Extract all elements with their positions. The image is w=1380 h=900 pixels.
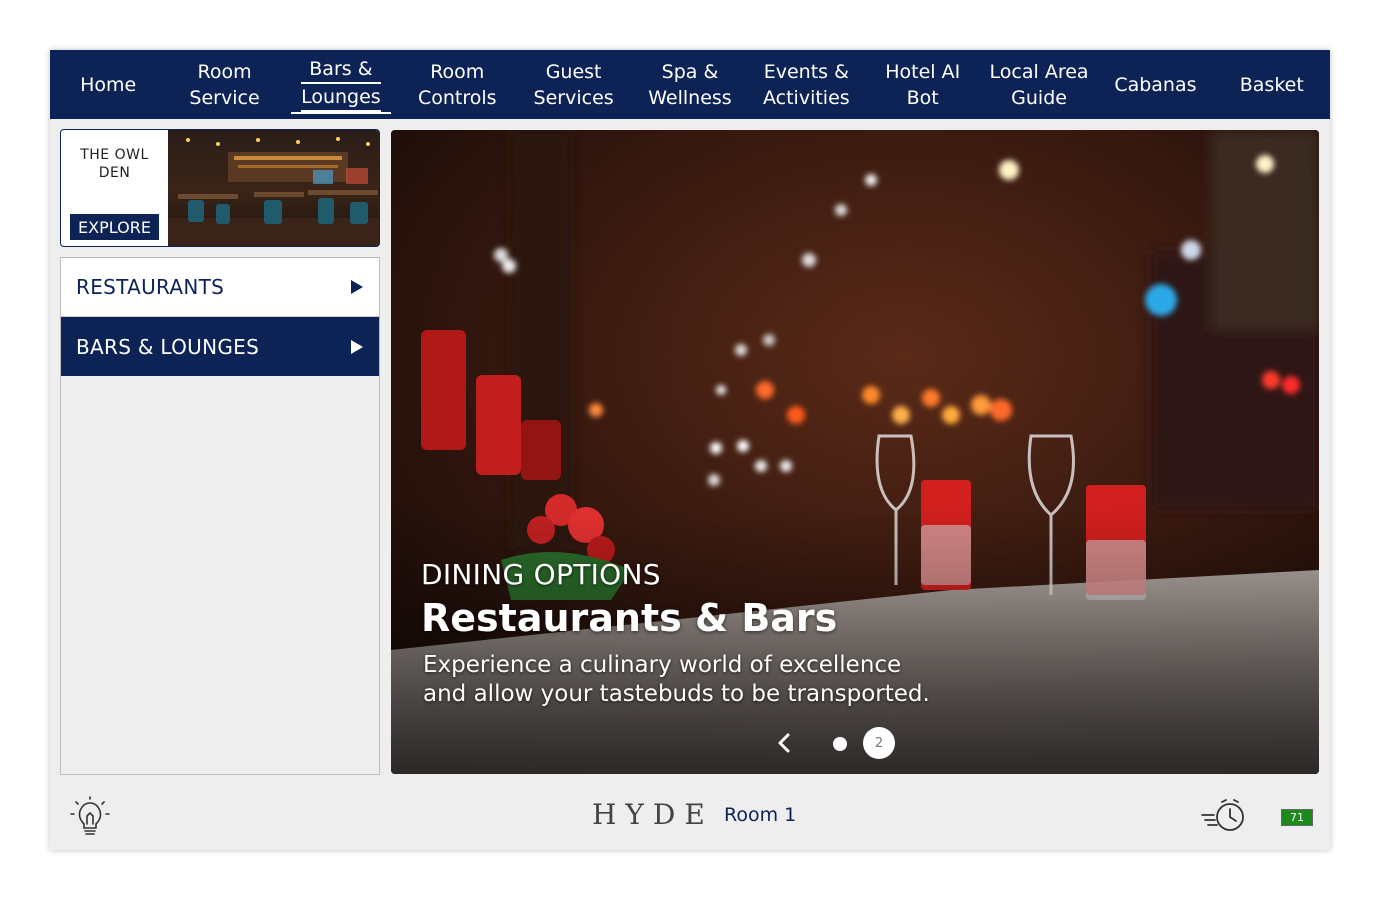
nav-guest-services[interactable]: Guest Services (515, 50, 631, 119)
nav-room-controls[interactable]: Room Controls (399, 50, 515, 119)
alarm-clock-icon[interactable] (1200, 797, 1248, 835)
carousel-dot-1[interactable] (833, 737, 847, 751)
hero-carousel: DINING OPTIONS Restaurants & Bars Experi… (391, 130, 1319, 774)
hero-title: Restaurants & Bars (421, 596, 838, 640)
venue-thumbnail-image[interactable] (168, 130, 380, 247)
nav-home-label: Home (80, 73, 137, 96)
nav-local-area-guide-line1: Local Area (989, 60, 1089, 83)
battery-icon: 71 (1281, 809, 1313, 826)
nav-events-activities-line1: Events & (763, 60, 849, 83)
sidebar: THE OWL DEN EXPLORE RESTAURANTS BARS & L… (60, 129, 380, 775)
nav-local-area-guide-line2: Guide (1011, 86, 1067, 109)
nav-room-service-line2: Service (189, 86, 260, 109)
hero-description-line2: and allow your tastebuds to be transport… (423, 681, 930, 707)
play-arrow-icon (351, 280, 363, 294)
nav-local-area-guide[interactable]: Local Area Guide (981, 50, 1097, 119)
nav-bars-lounges[interactable]: Bars & Lounges (283, 50, 399, 119)
nav-guest-services-line2: Services (533, 86, 614, 109)
menu-item-restaurants-label: RESTAURANTS (76, 275, 225, 299)
nav-room-service-line1: Room (197, 60, 252, 83)
menu-item-bars-lounges-label: BARS & LOUNGES (76, 334, 260, 359)
nav-room-controls-line2: Controls (417, 86, 497, 109)
brand-logo: HYDE (592, 798, 714, 831)
hero-description: Experience a culinary world of excellenc… (423, 651, 1023, 709)
category-menu: RESTAURANTS BARS & LOUNGES (60, 257, 380, 775)
carousel-dot-2[interactable]: 2 (863, 727, 895, 759)
nav-hotel-ai-bot-line2: Bot (906, 86, 939, 109)
nav-room-controls-line1: Room (430, 60, 485, 83)
nav-spa-wellness[interactable]: Spa & Wellness (632, 50, 748, 119)
room-label: Room 1 (724, 804, 797, 826)
top-navigation: Home Room Service Bars & Lounges Room Contr… (50, 50, 1330, 119)
nav-cabanas-label: Cabanas (1114, 73, 1197, 96)
hero-eyebrow: DINING OPTIONS (421, 558, 661, 591)
nav-events-activities[interactable]: Events & Activities (748, 50, 864, 119)
nav-spa-wellness-line2: Wellness (648, 86, 732, 109)
nav-hotel-ai-bot-line1: Hotel AI (885, 60, 961, 83)
nav-hotel-ai-bot[interactable]: Hotel AI Bot (865, 50, 981, 119)
nav-spa-wellness-line1: Spa & (661, 60, 719, 83)
featured-venue-name: THE OWL DEN (80, 147, 149, 181)
nav-basket-label: Basket (1239, 73, 1304, 96)
lightbulb-icon[interactable] (70, 796, 110, 840)
app-frame: Home Room Service Bars & Lounges Room Contr… (50, 50, 1330, 850)
hero-description-line1: Experience a culinary world of excellenc… (423, 652, 902, 678)
menu-item-bars-lounges[interactable]: BARS & LOUNGES (61, 317, 379, 376)
chevron-left-icon[interactable] (775, 731, 795, 755)
featured-venue-card[interactable]: THE OWL DEN EXPLORE (60, 129, 380, 247)
nav-cabanas[interactable]: Cabanas (1097, 50, 1213, 119)
nav-home[interactable]: Home (50, 50, 166, 119)
nav-bars-lounges-line1: Bars & (301, 56, 381, 84)
menu-item-restaurants[interactable]: RESTAURANTS (61, 258, 379, 317)
explore-button[interactable]: EXPLORE (70, 214, 159, 240)
nav-room-service[interactable]: Room Service (166, 50, 282, 119)
nav-bars-lounges-line2: Lounges (301, 84, 381, 112)
nav-basket[interactable]: Basket (1214, 50, 1330, 119)
play-arrow-icon (351, 339, 363, 354)
nav-events-activities-line2: Activities (762, 86, 850, 109)
nav-guest-services-line1: Guest (545, 60, 602, 83)
